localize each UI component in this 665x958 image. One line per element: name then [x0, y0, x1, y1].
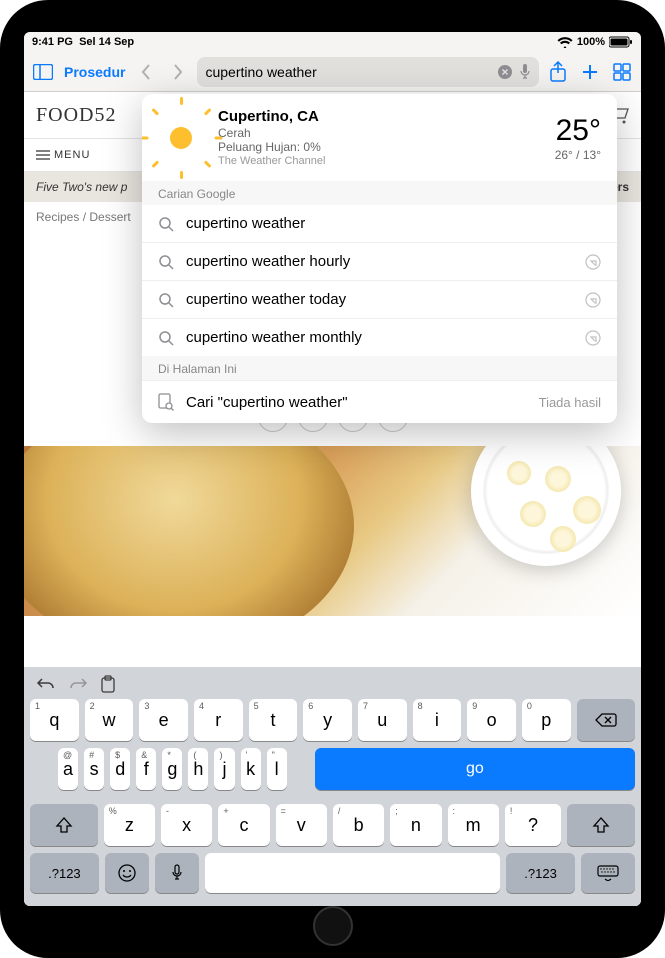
- menu-button[interactable]: MENU: [36, 149, 90, 161]
- key-f[interactable]: &f: [136, 748, 156, 790]
- key-u[interactable]: 7u: [358, 699, 407, 741]
- append-icon[interactable]: [585, 292, 601, 308]
- key-q[interactable]: 1q: [30, 699, 79, 741]
- tabs-icon[interactable]: [609, 59, 635, 85]
- shift-key[interactable]: [30, 804, 98, 846]
- suggestion-text: cupertino weather today: [186, 291, 573, 308]
- dictate-key[interactable]: [155, 853, 199, 893]
- site-logo[interactable]: FOOD52: [36, 104, 116, 127]
- status-date: Sel 14 Sep: [79, 36, 134, 48]
- key-c[interactable]: +c: [218, 804, 269, 846]
- key-l[interactable]: "l: [267, 748, 287, 790]
- suggestion-item[interactable]: cupertino weather: [142, 205, 617, 242]
- append-icon[interactable]: [585, 330, 601, 346]
- back-icon[interactable]: [133, 59, 159, 85]
- key-a[interactable]: @a: [58, 748, 78, 790]
- find-on-page-result: Tiada hasil: [539, 395, 601, 410]
- shift-key-right[interactable]: [567, 804, 635, 846]
- key-p[interactable]: 0p: [522, 699, 571, 741]
- weather-temp-range: 26° / 13°: [555, 148, 601, 162]
- suggestion-item[interactable]: cupertino weather today: [142, 280, 617, 318]
- mic-icon[interactable]: [519, 63, 531, 81]
- key-j[interactable]: )j: [214, 748, 234, 790]
- key-n[interactable]: ;n: [390, 804, 441, 846]
- key-r[interactable]: 4r: [194, 699, 243, 741]
- clear-icon[interactable]: [497, 64, 513, 80]
- search-icon: [158, 216, 174, 232]
- weather-temp-now: 25°: [555, 114, 601, 148]
- key-b[interactable]: /b: [333, 804, 384, 846]
- forward-icon[interactable]: [165, 59, 191, 85]
- hide-keyboard-key[interactable]: [581, 853, 635, 893]
- google-search-header: Carian Google: [142, 181, 617, 205]
- redo-icon[interactable]: [68, 676, 88, 692]
- key-t[interactable]: 5t: [249, 699, 298, 741]
- append-icon[interactable]: [585, 254, 601, 270]
- find-on-page-label: Cari "cupertino weather": [186, 394, 527, 411]
- on-this-page-header: Di Halaman Ini: [142, 356, 617, 380]
- key-e[interactable]: 3e: [139, 699, 188, 741]
- key-y[interactable]: 6y: [303, 699, 352, 741]
- suggestion-text: cupertino weather hourly: [186, 253, 573, 270]
- url-bar[interactable]: [197, 57, 539, 87]
- status-time: 9:41 PG: [32, 36, 73, 48]
- key-z[interactable]: %z: [104, 804, 155, 846]
- numbers-key[interactable]: .?123: [30, 853, 99, 893]
- numbers-key-right[interactable]: .?123: [506, 853, 575, 893]
- key-i[interactable]: 8i: [413, 699, 462, 741]
- clipboard-icon[interactable]: [100, 675, 116, 693]
- suggestion-text: cupertino weather monthly: [186, 329, 573, 346]
- wifi-icon: [557, 36, 573, 48]
- search-icon: [158, 254, 174, 270]
- share-icon[interactable]: [545, 59, 571, 85]
- weather-card[interactable]: Cupertino, CA Cerah Peluang Hujan: 0% Th…: [142, 94, 617, 181]
- backspace-key[interactable]: [577, 699, 635, 741]
- suggestion-text: cupertino weather: [186, 215, 601, 232]
- key-d[interactable]: $d: [110, 748, 130, 790]
- space-key[interactable]: [205, 853, 500, 893]
- hero-image: [24, 446, 641, 616]
- sun-icon: [158, 115, 204, 161]
- key-s[interactable]: #s: [84, 748, 104, 790]
- key-k[interactable]: 'k: [241, 748, 261, 790]
- sidebar-label[interactable]: Prosedur: [62, 64, 127, 80]
- key-v[interactable]: =v: [276, 804, 327, 846]
- weather-rain: Peluang Hujan: 0%: [218, 140, 541, 154]
- weather-condition: Cerah: [218, 126, 541, 140]
- search-input[interactable]: [205, 64, 491, 80]
- punctuation-key[interactable]: !?: [505, 804, 561, 846]
- new-tab-icon[interactable]: [577, 59, 603, 85]
- suggestion-item[interactable]: cupertino weather monthly: [142, 318, 617, 356]
- weather-location: Cupertino, CA: [218, 108, 541, 125]
- battery-icon: [609, 36, 633, 48]
- go-key[interactable]: go: [315, 748, 635, 790]
- browser-toolbar: Prosedur: [24, 52, 641, 92]
- key-w[interactable]: 2w: [85, 699, 134, 741]
- suggestion-item[interactable]: cupertino weather hourly: [142, 242, 617, 280]
- emoji-key[interactable]: [105, 853, 149, 893]
- status-bar: 9:41 PG Sel 14 Sep 100%: [24, 32, 641, 52]
- key-h[interactable]: (h: [188, 748, 208, 790]
- key-g[interactable]: *g: [162, 748, 182, 790]
- key-x[interactable]: -x: [161, 804, 212, 846]
- home-button[interactable]: [313, 906, 353, 946]
- sidebar-icon[interactable]: [30, 59, 56, 85]
- key-m[interactable]: :m: [448, 804, 499, 846]
- search-icon: [158, 292, 174, 308]
- find-on-page[interactable]: Cari "cupertino weather" Tiada hasil: [142, 380, 617, 423]
- key-o[interactable]: 9o: [467, 699, 516, 741]
- search-suggestions-panel: Cupertino, CA Cerah Peluang Hujan: 0% Th…: [142, 94, 617, 423]
- search-icon: [158, 330, 174, 346]
- keyboard: 1q2w3e4r5t6y7u8i9o0p @a#s$d&f*g(h)j'k"l …: [24, 667, 641, 906]
- undo-icon[interactable]: [36, 676, 56, 692]
- weather-source: The Weather Channel: [218, 155, 541, 167]
- document-search-icon: [158, 393, 174, 411]
